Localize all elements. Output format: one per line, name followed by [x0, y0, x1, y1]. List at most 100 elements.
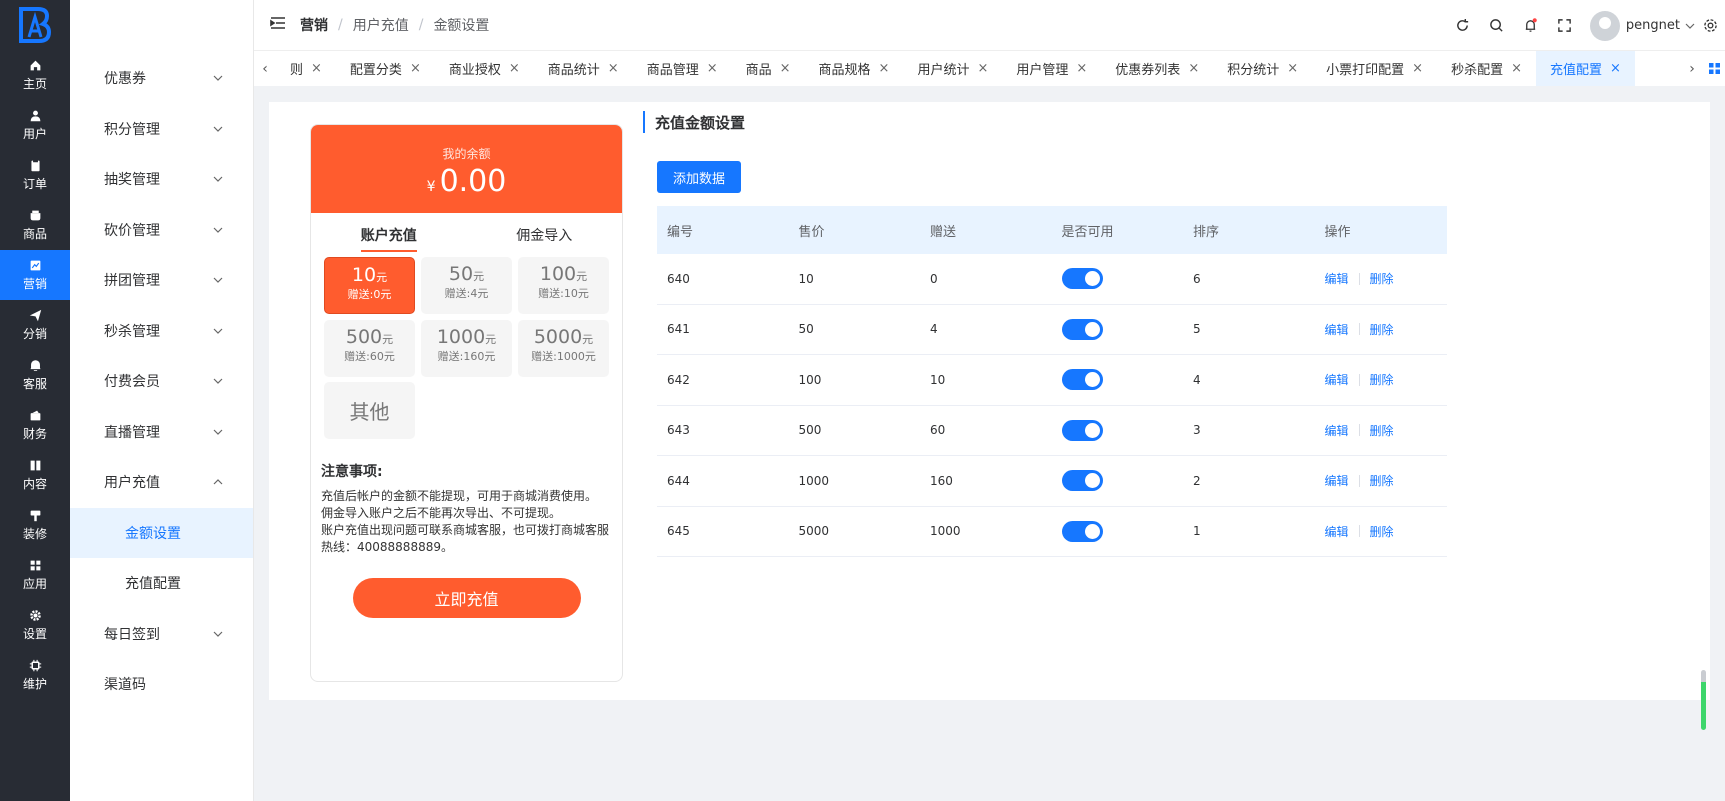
delete-link[interactable]: 删除	[1370, 371, 1394, 388]
close-icon[interactable]: ×	[1188, 61, 1199, 76]
app-logo[interactable]	[0, 0, 70, 50]
tabs-scroll-left-icon[interactable]: ‹	[254, 51, 276, 86]
edit-link[interactable]: 编辑	[1325, 422, 1349, 439]
add-data-button[interactable]: 添加数据	[657, 161, 742, 193]
delete-link[interactable]: 删除	[1370, 472, 1394, 489]
rail-item-10[interactable]: 应用	[0, 550, 70, 600]
tab-item[interactable]: 用户统计 ×	[903, 51, 1002, 86]
tabs-grid-icon[interactable]	[1703, 51, 1725, 86]
edit-link[interactable]: 编辑	[1325, 270, 1349, 287]
recharge-option[interactable]: 50元 赠送:4元	[421, 257, 512, 314]
rail-item-2[interactable]: 订单	[0, 150, 70, 200]
submenu-item[interactable]: 秒杀管理	[70, 306, 253, 357]
delete-link[interactable]: 删除	[1370, 422, 1394, 439]
settings-gear-icon[interactable]	[1695, 18, 1725, 33]
rail-item-11[interactable]: 设置	[0, 600, 70, 650]
close-icon[interactable]: ×	[1287, 61, 1298, 76]
close-icon[interactable]: ×	[410, 61, 421, 76]
close-icon[interactable]: ×	[1511, 61, 1522, 76]
enabled-toggle[interactable]	[1061, 268, 1103, 290]
submenu-item[interactable]: 每日签到	[70, 609, 253, 660]
tab-commission-import[interactable]: 佣金导入	[467, 213, 623, 257]
menu-fold-icon[interactable]	[270, 16, 286, 34]
submenu-item[interactable]: 用户充值	[70, 457, 253, 508]
user-menu[interactable]: pengnet	[1589, 10, 1695, 41]
close-icon[interactable]: ×	[977, 61, 988, 76]
recharge-now-button[interactable]: 立即充值	[352, 578, 581, 618]
enabled-toggle[interactable]	[1061, 520, 1103, 542]
fullscreen-icon[interactable]	[1548, 18, 1582, 33]
enabled-toggle[interactable]	[1061, 369, 1103, 391]
submenu-item[interactable]: 抽奖管理	[70, 154, 253, 205]
tab-item[interactable]: 用户管理 ×	[1002, 51, 1101, 86]
tab-item[interactable]: 积分统计 ×	[1213, 51, 1312, 86]
close-icon[interactable]: ×	[1076, 61, 1087, 76]
notification-bell-icon[interactable]	[1514, 18, 1548, 33]
rail-item-8[interactable]: 内容	[0, 450, 70, 500]
close-icon[interactable]: ×	[780, 61, 791, 76]
tab-item[interactable]: 则 ×	[276, 51, 336, 86]
tab-item[interactable]: 配置分类 ×	[336, 51, 435, 86]
edit-link[interactable]: 编辑	[1325, 321, 1349, 338]
rail-item-12[interactable]: 维护	[0, 650, 70, 700]
refresh-icon[interactable]	[1446, 18, 1480, 33]
tab-item[interactable]: 商品管理 ×	[633, 51, 732, 86]
submenu-child-item[interactable]: 充值配置	[70, 558, 253, 609]
column-header: 是否可用	[1061, 224, 1114, 240]
tab-item[interactable]: 商业授权 ×	[435, 51, 534, 86]
close-icon[interactable]: ×	[509, 61, 520, 76]
submenu-child-item[interactable]: 金额设置	[70, 507, 253, 558]
rail-item-label: 装修	[22, 526, 47, 541]
edit-link[interactable]: 编辑	[1325, 523, 1349, 540]
tab-account-recharge[interactable]: 账户充值	[311, 213, 467, 257]
enabled-toggle[interactable]	[1061, 419, 1103, 441]
rail-item-5[interactable]: 分销	[0, 300, 70, 350]
tab-item[interactable]: 秒杀配置 ×	[1437, 51, 1536, 86]
submenu-item[interactable]: 拼团管理	[70, 255, 253, 306]
delete-link[interactable]: 删除	[1370, 270, 1394, 287]
search-icon[interactable]	[1480, 18, 1514, 33]
rail-item-3[interactable]: 商品	[0, 200, 70, 250]
scrollbar[interactable]	[1701, 670, 1706, 730]
submenu-item[interactable]: 直播管理	[70, 407, 253, 458]
breadcrumb-item[interactable]: 营销	[300, 15, 328, 35]
recharge-option[interactable]: 5000元 赠送:1000元	[518, 320, 609, 377]
tabs-scroll-right-icon[interactable]: ›	[1681, 51, 1703, 86]
tab-item[interactable]: 充值配置 ×	[1535, 51, 1635, 86]
option-amount: 1000	[436, 326, 486, 348]
submenu-item[interactable]: 渠道码	[70, 659, 253, 710]
other-amount-option[interactable]: 其他	[324, 382, 415, 439]
rail-item-6[interactable]: 客服	[0, 350, 70, 400]
tab-item[interactable]: 商品规格 ×	[805, 51, 904, 86]
submenu-item[interactable]: 付费会员	[70, 356, 253, 407]
rail-item-0[interactable]: 主页	[0, 50, 70, 100]
delete-link[interactable]: 删除	[1370, 523, 1394, 540]
enabled-toggle[interactable]	[1061, 470, 1103, 492]
recharge-option[interactable]: 500元 赠送:60元	[324, 320, 415, 377]
recharge-option[interactable]: 10元 赠送:0元	[324, 257, 415, 314]
close-icon[interactable]: ×	[879, 61, 890, 76]
close-icon[interactable]: ×	[311, 61, 322, 76]
edit-link[interactable]: 编辑	[1325, 472, 1349, 489]
recharge-option[interactable]: 1000元 赠送:160元	[421, 320, 512, 377]
close-icon[interactable]: ×	[1610, 61, 1621, 76]
tab-item[interactable]: 商品 ×	[732, 51, 805, 86]
close-icon[interactable]: ×	[608, 61, 619, 76]
recharge-option[interactable]: 100元 赠送:10元	[518, 257, 609, 314]
enabled-toggle[interactable]	[1061, 318, 1103, 340]
submenu-item[interactable]: 优惠券	[70, 53, 253, 104]
delete-link[interactable]: 删除	[1370, 321, 1394, 338]
breadcrumb-item[interactable]: 用户充值	[353, 15, 409, 35]
tab-item[interactable]: 小票打印配置 ×	[1312, 51, 1437, 86]
rail-item-9[interactable]: 装修	[0, 500, 70, 550]
tab-item[interactable]: 商品统计 ×	[534, 51, 633, 86]
rail-item-1[interactable]: 用户	[0, 100, 70, 150]
submenu-item[interactable]: 积分管理	[70, 104, 253, 155]
tab-item[interactable]: 优惠券列表 ×	[1101, 51, 1213, 86]
edit-link[interactable]: 编辑	[1325, 371, 1349, 388]
rail-item-4[interactable]: 营销	[0, 250, 70, 300]
rail-item-7[interactable]: 财务	[0, 400, 70, 450]
submenu-item[interactable]: 砍价管理	[70, 205, 253, 256]
close-icon[interactable]: ×	[1412, 61, 1423, 76]
close-icon[interactable]: ×	[707, 61, 718, 76]
